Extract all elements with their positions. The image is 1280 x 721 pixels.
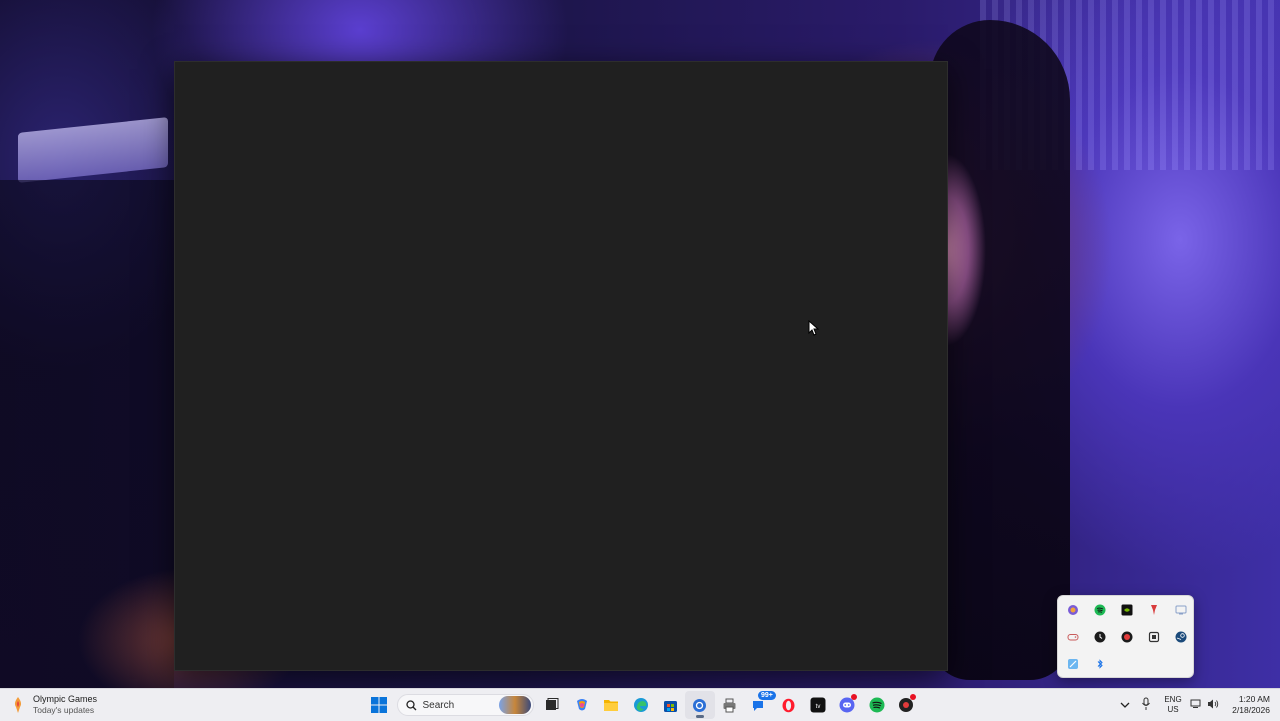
clock-app-icon[interactable] — [1087, 624, 1114, 651]
frame-icon[interactable] — [1140, 624, 1167, 651]
unknown-app-button[interactable] — [892, 691, 922, 719]
wallpaper-face — [946, 120, 1006, 380]
mouse-cursor-icon — [808, 320, 820, 336]
taskbar: Olympic Games Today's updates Search 99+… — [0, 688, 1280, 721]
svg-text:tv: tv — [815, 704, 820, 710]
opera-icon — [782, 698, 795, 712]
copilot-icon — [576, 699, 587, 711]
language-secondary: US — [1167, 705, 1179, 714]
task-view-button[interactable] — [538, 691, 568, 719]
spotify-icon — [869, 697, 885, 713]
widgets-button[interactable]: Olympic Games Today's updates — [10, 694, 97, 716]
monitor-icon[interactable] — [1167, 597, 1194, 624]
printer-icon — [723, 698, 736, 712]
windows-logo-icon — [370, 697, 387, 713]
apple-tv-icon: tv — [810, 697, 826, 713]
teams-chat-button[interactable]: 99+ — [744, 691, 776, 719]
microsoft-store-button[interactable] — [656, 691, 686, 719]
language-primary: ENG — [1164, 695, 1182, 704]
taskbar-search-box[interactable]: Search — [396, 694, 534, 716]
start-button[interactable] — [364, 691, 394, 719]
edge-button[interactable] — [626, 691, 656, 719]
colorful-app-icon[interactable] — [1060, 597, 1087, 624]
snip-icon[interactable] — [1060, 650, 1087, 677]
printer-button[interactable] — [715, 691, 745, 719]
tray-overflow-flyout — [1057, 595, 1194, 678]
file-explorer-button[interactable] — [597, 691, 627, 719]
active-app-button[interactable] — [685, 691, 715, 719]
search-highlight-image — [498, 696, 531, 714]
microphone-icon[interactable] — [1141, 697, 1151, 711]
discord-button[interactable] — [833, 691, 863, 719]
clock-date: 2/18/2026 — [1232, 705, 1270, 715]
search-icon — [405, 699, 416, 710]
chevron-up-icon[interactable] — [1118, 697, 1132, 713]
folder-icon — [604, 700, 619, 711]
steam-icon[interactable] — [1167, 624, 1194, 651]
clock-time: 1:20 AM — [1238, 694, 1270, 704]
store-icon — [663, 700, 677, 712]
blank-app-window[interactable] — [174, 61, 948, 671]
bluetooth-icon[interactable] — [1087, 650, 1114, 677]
red-pin-icon[interactable] — [1140, 597, 1167, 624]
nvidia-icon[interactable] — [1114, 597, 1141, 624]
spotify-button[interactable] — [862, 691, 892, 719]
language-indicator[interactable]: ENG US — [1162, 695, 1184, 715]
copilot-button[interactable] — [567, 691, 597, 719]
edge-icon — [633, 698, 648, 712]
app-notification-dot — [910, 694, 916, 700]
taskbar-center: Search 99+ tv — [364, 691, 921, 719]
app-icon — [693, 698, 707, 712]
search-placeholder: Search — [422, 699, 455, 711]
game-controller-icon[interactable] — [1060, 624, 1087, 651]
apple-tv-button[interactable]: tv — [803, 691, 833, 719]
discord-notification-dot — [851, 694, 857, 700]
spotify-icon[interactable] — [1087, 597, 1114, 624]
task-view-icon — [546, 698, 559, 710]
wallpaper-shelf — [18, 117, 168, 183]
widget-subtitle: Today's updates — [33, 705, 95, 715]
red-app-icon[interactable] — [1114, 624, 1141, 651]
opera-button[interactable] — [774, 691, 804, 719]
widget-title: Olympic Games — [33, 694, 98, 704]
volume-icon — [1208, 699, 1219, 709]
network-icon — [1190, 699, 1201, 708]
system-clock[interactable]: 1:20 AM 2/18/2026 — [1226, 694, 1270, 716]
quick-settings[interactable] — [1190, 698, 1219, 710]
torch-icon — [14, 697, 22, 713]
